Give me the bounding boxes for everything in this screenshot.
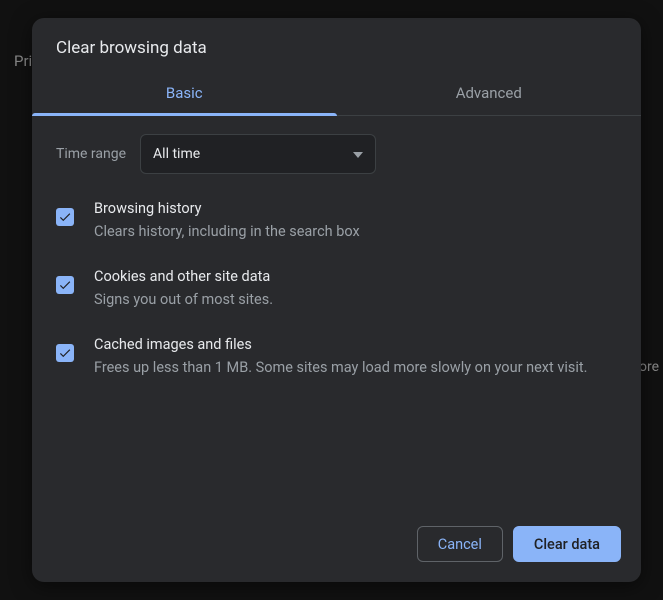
option-desc: Frees up less than 1 MB. Some sites may … [94, 357, 617, 378]
option-desc: Signs you out of most sites. [94, 289, 617, 310]
option-title: Browsing history [94, 200, 617, 217]
option-cached: Cached images and files Frees up less th… [56, 336, 617, 378]
option-text: Cached images and files Frees up less th… [94, 336, 617, 378]
chevron-down-icon [353, 146, 363, 162]
time-range-value: All time [153, 146, 200, 162]
dialog-title: Clear browsing data [56, 38, 617, 58]
option-cookies: Cookies and other site data Signs you ou… [56, 268, 617, 310]
tabs: Basic Advanced [32, 72, 641, 116]
option-text: Browsing history Clears history, includi… [94, 200, 617, 242]
tab-advanced[interactable]: Advanced [337, 72, 642, 115]
time-range-row: Time range All time [56, 134, 617, 174]
dialog-footer: Cancel Clear data [32, 510, 641, 582]
cancel-button[interactable]: Cancel [417, 526, 503, 562]
check-icon [58, 346, 72, 360]
option-browsing-history: Browsing history Clears history, includi… [56, 200, 617, 242]
check-icon [58, 210, 72, 224]
checkbox-browsing-history[interactable] [56, 208, 74, 226]
option-desc: Clears history, including in the search … [94, 221, 617, 242]
option-title: Cookies and other site data [94, 268, 617, 285]
clear-browsing-data-dialog: Clear browsing data Basic Advanced Time … [32, 18, 641, 582]
checkbox-cookies[interactable] [56, 276, 74, 294]
check-icon [58, 278, 72, 292]
tab-basic[interactable]: Basic [32, 72, 337, 115]
dialog-header: Clear browsing data [32, 18, 641, 72]
clear-data-button[interactable]: Clear data [513, 526, 621, 562]
time-range-label: Time range [56, 146, 126, 162]
dialog-body: Time range All time Browsing history Cle… [32, 116, 641, 510]
time-range-select[interactable]: All time [140, 134, 376, 174]
checkbox-cached[interactable] [56, 344, 74, 362]
option-title: Cached images and files [94, 336, 617, 353]
option-text: Cookies and other site data Signs you ou… [94, 268, 617, 310]
